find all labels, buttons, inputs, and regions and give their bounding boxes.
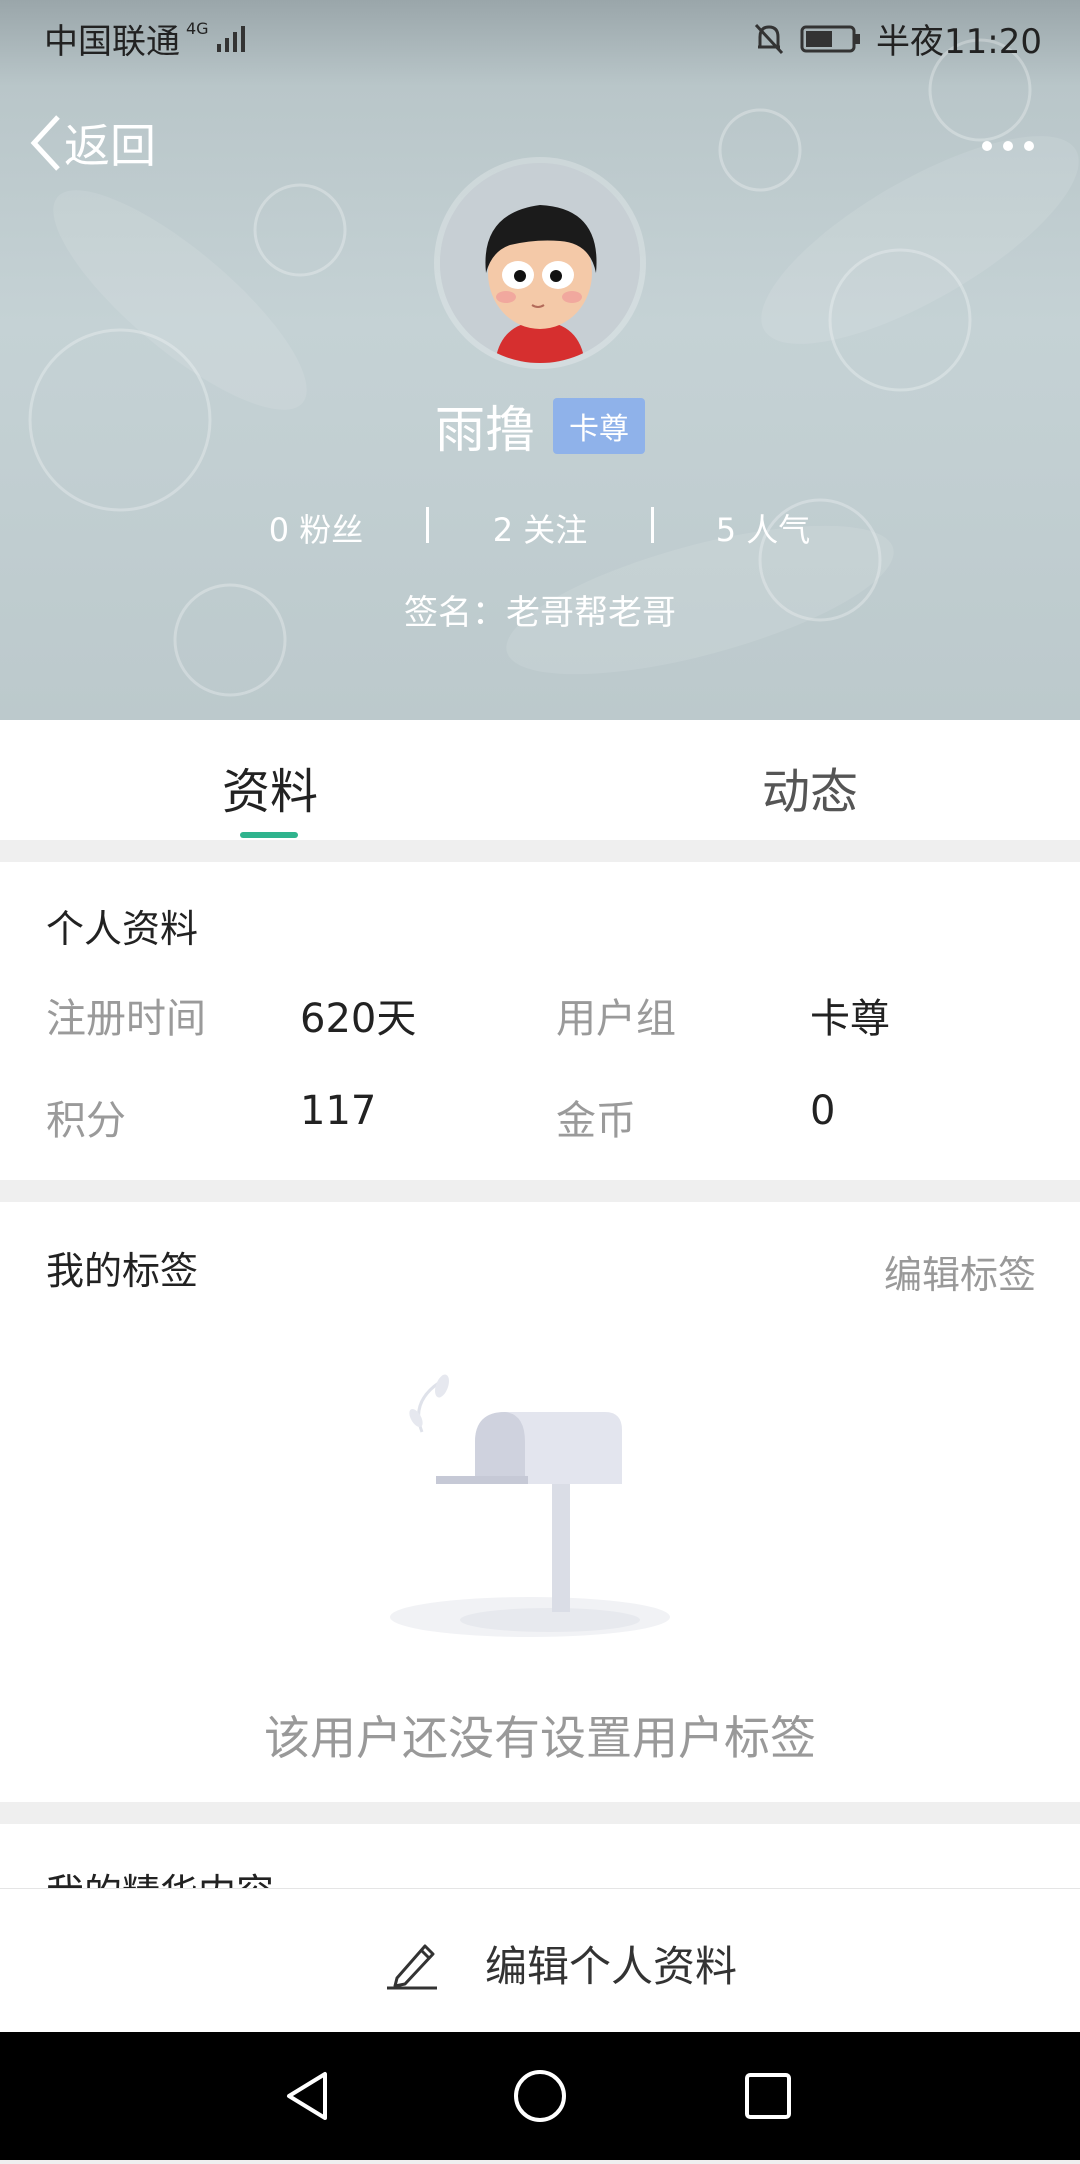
points-value: 117 bbox=[300, 1088, 377, 1134]
tags-section: 我的标签 编辑标签 该用户还没有设置用户标签 bbox=[0, 1202, 1080, 1802]
tab-bar: 资料 动态 bbox=[0, 720, 1080, 840]
more-dots-icon bbox=[982, 141, 1034, 151]
signature: 签名：老哥帮老哥 bbox=[404, 593, 676, 633]
mute-bell-icon bbox=[754, 23, 784, 54]
carrier-label: 中国联通 bbox=[44, 22, 180, 62]
register-time-label: 注册时间 bbox=[46, 996, 206, 1042]
signal-icon bbox=[216, 25, 245, 52]
stats-divider bbox=[426, 507, 429, 543]
network-type-label: 4G bbox=[186, 19, 209, 38]
edit-tags-button[interactable]: 编辑标签 bbox=[884, 1244, 1036, 1299]
name-row: 雨撸 卡尊 bbox=[0, 390, 1080, 462]
stats-divider bbox=[651, 507, 654, 543]
tab-activity[interactable]: 动态 bbox=[762, 752, 858, 822]
home-nav-icon[interactable] bbox=[514, 2070, 566, 2122]
edit-profile-button[interactable]: 编辑个人资料 bbox=[385, 1933, 737, 1994]
points-label: 积分 bbox=[46, 1098, 126, 1144]
tags-title: 我的标签 bbox=[46, 1249, 199, 1293]
personal-info-title: 个人资料 bbox=[46, 907, 199, 951]
back-arrow-icon bbox=[30, 115, 60, 171]
avatar[interactable] bbox=[440, 163, 640, 363]
register-time-value: 620天 bbox=[300, 996, 417, 1042]
back-nav-icon[interactable] bbox=[287, 2072, 327, 2120]
coins-label: 金币 bbox=[556, 1098, 636, 1144]
recents-nav-icon[interactable] bbox=[745, 2073, 791, 2119]
avatar-image bbox=[440, 163, 640, 363]
tab-indicator bbox=[240, 832, 298, 838]
battery-icon bbox=[800, 25, 861, 52]
stats-row: 0 粉丝 2 关注 5 人气 bbox=[0, 505, 1080, 549]
following-count[interactable]: 2 关注 bbox=[493, 505, 588, 551]
popularity-count: 5 人气 bbox=[715, 511, 811, 549]
fans-count[interactable]: 0 粉丝 bbox=[269, 505, 364, 551]
user-name: 雨撸 bbox=[435, 401, 535, 459]
pencil-icon bbox=[387, 1944, 437, 1989]
featured-section: 我的精华内容 bbox=[0, 1824, 1080, 1888]
empty-mailbox-illustration bbox=[390, 1374, 670, 1637]
edit-profile-label: 编辑个人资料 bbox=[485, 1942, 738, 1991]
coins-value: 0 bbox=[810, 1088, 836, 1134]
tab-profile[interactable]: 资料 bbox=[222, 752, 318, 822]
featured-title: 我的精华内容 bbox=[46, 1862, 274, 1888]
back-button[interactable]: 返回 bbox=[28, 110, 156, 176]
user-group-badge: 卡尊 bbox=[553, 398, 645, 454]
clock: 半夜11:20 bbox=[876, 22, 1042, 62]
user-group-value: 卡尊 bbox=[810, 996, 890, 1042]
personal-info-section: 个人资料 注册时间 620天 用户组 卡尊 积分 117 金币 0 bbox=[0, 862, 1080, 1180]
user-group-label: 用户组 bbox=[556, 996, 676, 1042]
back-label: 返回 bbox=[64, 119, 156, 173]
bottom-action-bar: 编辑个人资料 bbox=[0, 1888, 1080, 2033]
status-bar: 中国联通 4G 半夜11:20 bbox=[0, 0, 1080, 72]
more-button[interactable] bbox=[980, 138, 1036, 157]
system-navigation-bar bbox=[0, 2032, 1080, 2160]
tags-empty-text: 该用户还没有设置用户标签 bbox=[264, 1711, 816, 1765]
profile-header: 中国联通 4G 半夜11:20 返回 雨撸 卡尊 0 粉丝 2 关注 5 人气 … bbox=[0, 0, 1080, 720]
